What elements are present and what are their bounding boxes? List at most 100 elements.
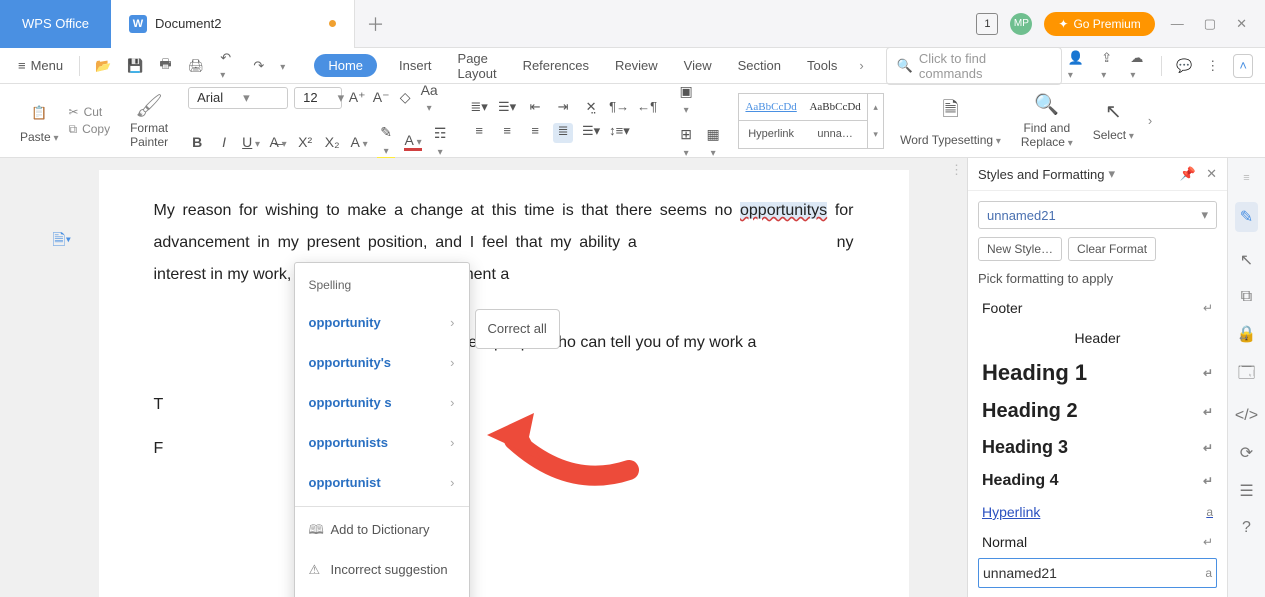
print-preview-icon[interactable]: 🖨 bbox=[183, 58, 210, 74]
suggestion-item[interactable]: opportunist bbox=[295, 463, 469, 503]
font-name-select[interactable]: Arial▾ bbox=[188, 87, 288, 109]
suggestion-item[interactable]: opportunists bbox=[295, 423, 469, 463]
go-premium-button[interactable]: ✦ Go Premium bbox=[1044, 12, 1154, 36]
clear-format-icon[interactable]: ◇ bbox=[396, 89, 414, 106]
cut-button[interactable]: ✂ Cut bbox=[69, 105, 111, 119]
ribbon-scroll-right[interactable]: › bbox=[1144, 113, 1156, 128]
share-icon[interactable]: 👤 bbox=[1068, 50, 1087, 81]
increase-indent-icon[interactable]: ⇥ bbox=[553, 99, 573, 119]
underline-icon[interactable]: U bbox=[242, 134, 260, 150]
ltr-icon[interactable]: ¶→ bbox=[609, 99, 629, 119]
style-normal[interactable]: Normal↵ bbox=[978, 528, 1217, 556]
style-heading-2[interactable]: Heading 2↵ bbox=[978, 394, 1217, 429]
font-size-select[interactable]: 12▾ bbox=[294, 87, 342, 109]
phonetic-icon[interactable]: ☶ bbox=[431, 125, 449, 158]
decrease-indent-icon[interactable]: ⇤ bbox=[525, 99, 545, 119]
page[interactable]: 🗎▾ My reason for wishing to make a chang… bbox=[99, 170, 909, 597]
subscript-icon[interactable]: X₂ bbox=[323, 134, 341, 150]
style-footer[interactable]: Footer↵ bbox=[978, 294, 1217, 322]
command-search[interactable]: 🔍 Click to find commands bbox=[886, 47, 1062, 85]
increase-font-icon[interactable]: A⁺ bbox=[348, 89, 366, 106]
tab-tools[interactable]: Tools bbox=[803, 54, 841, 77]
superscript-icon[interactable]: X² bbox=[296, 134, 314, 150]
tab-page-layout[interactable]: Page Layout bbox=[454, 47, 501, 85]
bullets-icon[interactable]: ≣▾ bbox=[469, 99, 489, 119]
rtl-icon[interactable]: ←¶ bbox=[637, 99, 657, 119]
change-case-icon[interactable]: Aa bbox=[420, 82, 438, 114]
decrease-font-icon[interactable]: A⁻ bbox=[372, 89, 390, 106]
paste-button[interactable]: Paste bbox=[20, 130, 59, 144]
align-center-icon[interactable]: ≡ bbox=[497, 123, 517, 143]
styles-scroll-up[interactable]: ▴ bbox=[868, 94, 883, 121]
document-tab[interactable]: W Document2 bbox=[111, 0, 355, 48]
misspelled-word[interactable]: opportunitys bbox=[740, 202, 827, 219]
clipboard-rail-icon[interactable]: ⧉ bbox=[1241, 288, 1252, 306]
tab-section[interactable]: Section bbox=[734, 54, 785, 77]
ignore-item[interactable]: 🗑Ignore› bbox=[295, 590, 469, 597]
format-painter-group[interactable]: 🖌 Format Painter bbox=[120, 88, 178, 153]
distribute-icon[interactable]: ☰▾ bbox=[581, 123, 601, 143]
tab-references[interactable]: References bbox=[519, 54, 593, 77]
paste-icon[interactable]: 📋 bbox=[25, 98, 53, 128]
style-header[interactable]: Header↵ bbox=[978, 324, 1217, 352]
style-preview-hyperlink[interactable]: AaBbCcDd bbox=[739, 94, 803, 121]
styles-rail-icon[interactable]: ✎ bbox=[1235, 202, 1258, 232]
highlight-icon[interactable]: ✎ bbox=[377, 124, 395, 160]
pane-toggle-icon[interactable]: ⋮ bbox=[950, 162, 963, 178]
tab-review[interactable]: Review bbox=[611, 54, 662, 77]
select-rail-icon[interactable]: ↖ bbox=[1240, 250, 1253, 270]
font-color-icon[interactable]: A bbox=[404, 132, 422, 151]
italic-icon[interactable]: I bbox=[215, 134, 233, 150]
comments-icon[interactable]: 💬 bbox=[1176, 58, 1192, 74]
shading-icon[interactable]: ▣ bbox=[677, 83, 695, 116]
wps-tab[interactable]: WPS Office bbox=[0, 0, 111, 48]
style-unnamed21[interactable]: unnamed21a bbox=[978, 558, 1217, 588]
style-heading-3[interactable]: Heading 3↵ bbox=[978, 431, 1217, 464]
code-rail-icon[interactable]: </> bbox=[1235, 407, 1258, 425]
window-maximize[interactable]: ▢ bbox=[1200, 16, 1220, 32]
export-icon[interactable]: ⇪ bbox=[1101, 50, 1116, 81]
styles-scroll-down[interactable]: ▾ bbox=[868, 121, 883, 148]
word-typesetting-button[interactable]: 🗎 Word Typesetting bbox=[890, 88, 1011, 153]
save-icon[interactable]: 💾 bbox=[122, 58, 148, 74]
close-pane-icon[interactable]: ✕ bbox=[1206, 166, 1217, 182]
more-menu-icon[interactable]: ⋮ bbox=[1206, 58, 1219, 74]
page-gutter-icon[interactable]: 🗎▾ bbox=[53, 225, 72, 257]
numbering-icon[interactable]: ☰▾ bbox=[497, 99, 517, 119]
style-preview-unnamed[interactable]: AaBbCcDd bbox=[803, 94, 867, 121]
current-style-select[interactable]: unnamed21▾ bbox=[978, 201, 1217, 229]
collapse-ribbon-button[interactable]: ˄ bbox=[1233, 54, 1253, 78]
correct-all-button[interactable]: Correct all bbox=[475, 309, 560, 349]
redo-icon[interactable]: ↷ bbox=[248, 58, 269, 74]
avatar[interactable]: MP bbox=[1010, 13, 1032, 35]
window-minimize[interactable]: — bbox=[1167, 16, 1188, 31]
print-icon[interactable]: 🖶 bbox=[154, 55, 176, 77]
bold-icon[interactable]: B bbox=[188, 134, 206, 150]
tab-view[interactable]: View bbox=[680, 54, 716, 77]
style-heading-4[interactable]: Heading 4↵ bbox=[978, 466, 1217, 496]
align-left-icon[interactable]: ≡ bbox=[469, 123, 489, 143]
borders-icon[interactable]: ⊞ bbox=[677, 126, 695, 159]
suggestion-item[interactable]: opportunity bbox=[295, 303, 469, 343]
layout-rail-icon[interactable]: ☰ bbox=[1239, 481, 1253, 501]
qa-more-icon[interactable] bbox=[275, 58, 290, 73]
paragraph-layout-icon[interactable]: ▦ bbox=[704, 126, 722, 159]
suggestion-item[interactable]: opportunity s bbox=[295, 383, 469, 423]
suggestion-item[interactable]: opportunity's bbox=[295, 343, 469, 383]
cloud-icon[interactable]: ☁ bbox=[1130, 50, 1147, 81]
style-heading-1[interactable]: Heading 1↵ bbox=[978, 354, 1217, 392]
styles-gallery[interactable]: AaBbCcDd AaBbCcDd Hyperlink unna… bbox=[738, 93, 868, 149]
document-area[interactable]: 🗎▾ My reason for wishing to make a chang… bbox=[0, 158, 967, 597]
translate-rail-icon[interactable]: 🗔 bbox=[1238, 362, 1255, 389]
pin-icon[interactable]: 📌 bbox=[1180, 166, 1196, 182]
history-rail-icon[interactable]: ⟳ bbox=[1240, 443, 1253, 463]
find-replace-button[interactable]: 🔍 Find and Replace bbox=[1011, 88, 1083, 153]
text-effects-icon[interactable]: A bbox=[350, 134, 368, 150]
help-rail-icon[interactable]: ? bbox=[1242, 519, 1251, 537]
select-button[interactable]: ↖ Select bbox=[1083, 88, 1144, 153]
clear-format-button[interactable]: Clear Format bbox=[1068, 237, 1156, 261]
window-count-badge[interactable]: 1 bbox=[976, 13, 998, 35]
open-icon[interactable]: 📂 bbox=[90, 58, 116, 74]
add-to-dictionary[interactable]: 🕮Add to Dictionary bbox=[295, 510, 469, 550]
align-right-icon[interactable]: ≡ bbox=[525, 123, 545, 143]
